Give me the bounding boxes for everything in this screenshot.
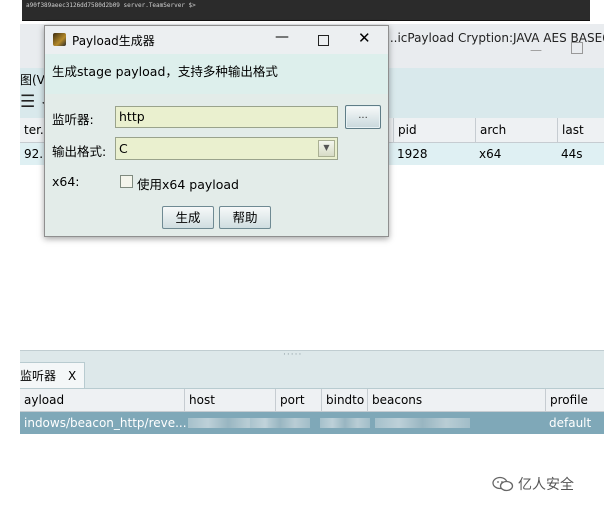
format-label: 输出格式: <box>52 144 107 159</box>
x64-label: x64: <box>52 174 80 189</box>
cell-last: 44s <box>561 147 583 161</box>
help-button[interactable]: 帮助 <box>219 206 271 229</box>
chevron-down-icon[interactable]: ▼ <box>318 140 335 157</box>
splitter-grip-icon[interactable]: ····· <box>283 350 302 360</box>
generate-button[interactable]: 生成 <box>162 206 214 229</box>
dialog-title: Payload生成器 <box>72 34 155 48</box>
bottom-tab-bar: 监听器 X <box>20 360 604 389</box>
dialog-form: 监听器: http ... 输出格式: C ▼ x64: 使用x64 paylo… <box>45 94 388 236</box>
payload-generator-dialog: Payload生成器 — ✕ 生成stage payload，支持多种输出格式 … <box>44 25 389 237</box>
column-header-host[interactable]: host <box>184 389 275 411</box>
x64-checkbox[interactable] <box>120 175 133 188</box>
dialog-titlebar[interactable]: Payload生成器 — ✕ <box>45 26 388 54</box>
minimize-icon[interactable]: — <box>530 43 542 57</box>
dialog-description-area: 生成stage payload，支持多种输出格式 <box>45 54 388 94</box>
hamburger-icon[interactable]: ☰ <box>20 92 35 112</box>
column-header-arch[interactable]: arch <box>475 118 557 142</box>
redacted-beacons <box>375 418 470 428</box>
column-header-beacons[interactable]: beacons <box>367 389 545 411</box>
column-header-pid[interactable]: pid <box>393 118 475 142</box>
column-header-port[interactable]: port <box>275 389 321 411</box>
column-header-last[interactable]: last <box>557 118 604 142</box>
tab-listeners[interactable]: 监听器 X <box>20 362 86 388</box>
table-header: ayload host port bindto beacons profile <box>20 389 604 412</box>
cell-pid: 1928 <box>397 147 428 161</box>
watermark-text: 亿人安全 <box>518 477 574 493</box>
maximize-icon[interactable] <box>318 35 329 46</box>
tab-close-icon[interactable]: X <box>68 369 76 383</box>
listener-label: 监听器: <box>52 112 94 127</box>
watermark: 亿人安全 <box>492 474 574 494</box>
terminal-strip: a90f389aeec3126dd7580d2b09 server.TeamSe… <box>22 0 590 21</box>
format-select[interactable]: C ▼ <box>115 137 338 160</box>
browse-button[interactable]: ... <box>345 105 381 129</box>
minimize-icon[interactable]: — <box>275 29 289 45</box>
wechat-icon <box>492 476 514 492</box>
app-icon <box>53 33 66 46</box>
redacted-bindto <box>320 418 370 428</box>
table-row[interactable]: indows/beacon_http/reve... default <box>20 412 604 434</box>
cell-profile: default <box>549 416 592 430</box>
terminal-line: a90f389aeec3126dd7580d2b09 server.TeamSe… <box>26 2 196 9</box>
format-select-value: C <box>119 141 128 156</box>
listener-field[interactable]: http <box>115 106 338 128</box>
column-header-profile[interactable]: profile <box>545 389 604 411</box>
redacted-port <box>250 418 310 428</box>
maximize-icon[interactable] <box>571 42 583 54</box>
tab-label: 监听器 <box>20 369 57 383</box>
cell-arch: x64 <box>479 147 502 161</box>
cell-payload: indows/beacon_http/reve... <box>24 416 187 430</box>
column-header-payload[interactable]: ayload <box>20 389 184 411</box>
close-icon[interactable]: ✕ <box>358 29 371 47</box>
x64-checkbox-label[interactable]: 使用x64 payload <box>137 174 239 193</box>
dialog-description: 生成stage payload，支持多种输出格式 <box>52 64 278 79</box>
column-header-bindto[interactable]: bindto <box>321 389 367 411</box>
